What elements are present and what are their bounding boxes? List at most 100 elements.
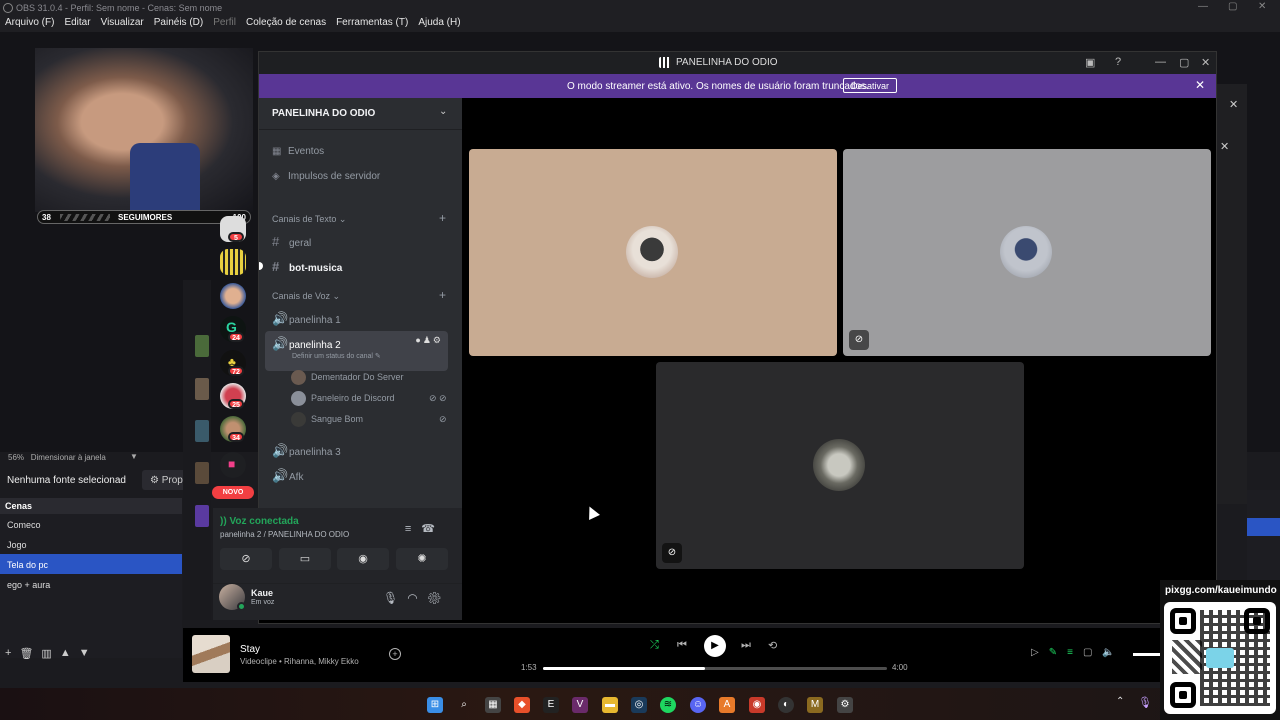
shuffle-icon[interactable]: ⤮ (650, 639, 659, 652)
scene-item-active[interactable]: Tela do pc (0, 554, 182, 574)
server-header[interactable]: PANELINHA DO ODIO ⌄ (259, 98, 462, 130)
channel-bot-musica[interactable]: # bot-musica (272, 254, 455, 276)
add-channel-icon[interactable]: + (439, 211, 446, 225)
gear-icon[interactable]: ⚙ (433, 335, 443, 345)
voice-channel[interactable]: 🔊Afk (272, 463, 455, 485)
move-down-icon[interactable]: ▼ (79, 647, 90, 665)
add-channel-icon[interactable]: + (439, 288, 446, 302)
track-artists[interactable]: Videoclipe • Rihanna, Mikky Ekko (240, 657, 359, 666)
scene-item[interactable]: Comeco (0, 514, 182, 534)
lyrics-icon[interactable]: ✎ (1049, 647, 1067, 658)
menu-ajuda[interactable]: Ajuda (H) (418, 17, 460, 32)
search-icon[interactable]: ⌕ (456, 697, 472, 713)
channel-geral[interactable]: # geral (272, 229, 455, 251)
app-icon[interactable]: A (719, 697, 735, 713)
soundboard-icon[interactable]: ≡ (405, 523, 421, 535)
discord-icon[interactable]: ☺ (690, 697, 706, 713)
menu-arquivo[interactable]: Arquivo (F) (5, 17, 54, 32)
queue-icon[interactable]: ≡ (1067, 647, 1083, 658)
inbox-icon[interactable]: ▣ (1085, 56, 1095, 69)
voice-user[interactable]: Paneleiro de Discord ⊘ ⊘ (291, 391, 447, 406)
mic-icon[interactable]: 🎙 (383, 591, 407, 605)
video-tile[interactable] (469, 149, 837, 356)
voice-user[interactable]: Sangue Bom ⊘ (291, 412, 447, 427)
camera-off-button[interactable]: ⊘ (220, 548, 272, 570)
chat-icon[interactable]: ● (415, 335, 422, 345)
gear-icon[interactable]: ⚙ (427, 591, 451, 605)
menu-paineis[interactable]: Painéis (D) (154, 17, 203, 32)
maximize-icon[interactable]: ▢ (1228, 1, 1237, 12)
menu-visualizar[interactable]: Visualizar (101, 17, 144, 32)
close-icon[interactable]: ✕ (1201, 56, 1210, 69)
invite-icon[interactable]: ♟ (423, 335, 433, 345)
microphone-icon[interactable]: 🎙 (1138, 696, 1152, 709)
filter-icon[interactable]: ▥ (41, 647, 51, 665)
menu-colecao[interactable]: Coleção de cenas (246, 17, 326, 32)
album-cover[interactable] (192, 635, 230, 673)
previous-icon[interactable]: ⏮ (677, 639, 687, 652)
server-folder-icon[interactable]: ■ (220, 452, 246, 478)
disconnect-icon[interactable]: ☎ (421, 523, 445, 535)
video-tile[interactable]: ⊘ (656, 362, 1024, 569)
volume-icon[interactable]: 🔈 (1102, 647, 1124, 658)
video-tile[interactable]: ⊘ (843, 149, 1211, 356)
close-icon[interactable]: ✕ (1229, 98, 1238, 111)
app-icon[interactable]: ◐ (778, 697, 794, 713)
settings-icon[interactable]: ⚙ (837, 697, 853, 713)
scene-item[interactable]: ego + aura (0, 574, 182, 594)
headphones-icon[interactable]: ◠ (407, 591, 426, 605)
help-icon[interactable]: ? (1115, 56, 1121, 68)
start-icon[interactable]: ⊞ (427, 697, 443, 713)
server-icon[interactable] (220, 249, 246, 275)
devices-icon[interactable]: ▢ (1083, 647, 1102, 658)
preview-zoom-bar[interactable]: 56% Dimensionar à janela ▼ (0, 452, 182, 464)
brave-icon[interactable]: ◆ (514, 697, 530, 713)
chevron-down-icon[interactable]: ▼ (130, 452, 138, 461)
close-banner-icon[interactable]: ✕ (1195, 78, 1205, 92)
soundboard-button[interactable]: ✺ (396, 548, 448, 570)
menu-perfil[interactable]: Perfil (213, 17, 236, 32)
chevron-up-icon[interactable]: ⌃ (1116, 696, 1124, 707)
channel-status-placeholder[interactable]: Definir um status do canal ✎ (292, 352, 381, 360)
app-icon[interactable]: M (807, 697, 823, 713)
app-icon[interactable]: V (572, 697, 588, 713)
task-view-icon[interactable]: ▦ (485, 697, 501, 713)
trash-icon[interactable]: 🗑 (19, 647, 33, 665)
now-playing-icon[interactable]: ▷ (1031, 647, 1049, 658)
zoom-mode[interactable]: Dimensionar à janela (31, 453, 106, 462)
voice-user[interactable]: Dementador Do Server (291, 370, 404, 385)
next-icon[interactable]: ⏭ (741, 639, 751, 652)
server-icon[interactable] (220, 283, 246, 309)
play-button[interactable]: ▶ (704, 635, 726, 657)
minimize-icon[interactable]: — (1155, 56, 1166, 68)
voice-channel[interactable]: 🔊panelinha 1 (272, 306, 455, 328)
volume-slider[interactable] (1133, 653, 1163, 656)
track-title[interactable]: Stay (240, 644, 260, 655)
steam-icon[interactable]: ◎ (631, 697, 647, 713)
voice-channel[interactable]: 🔊panelinha 3 (272, 438, 455, 460)
repeat-icon[interactable]: ⟲ (768, 639, 777, 652)
disable-streamer-button[interactable]: Desativar (843, 78, 897, 93)
progress-bar[interactable] (543, 667, 887, 670)
voice-channel-active[interactable]: 🔊panelinha 2 Definir um status do canal … (265, 331, 448, 371)
menu-editar[interactable]: Editar (64, 17, 90, 32)
obs-icon[interactable]: ◉ (749, 697, 765, 713)
add-to-library-icon[interactable]: + (389, 648, 401, 660)
voice-category[interactable]: Canais de Voz ⌄ (272, 291, 340, 302)
minimize-icon[interactable]: — (1198, 1, 1208, 12)
epic-games-icon[interactable]: E (543, 697, 559, 713)
text-category[interactable]: Canais de Texto ⌄ (272, 214, 346, 225)
screen-share-button[interactable]: ▭ (279, 548, 331, 570)
maximize-icon[interactable]: ▢ (1179, 56, 1189, 69)
scene-item[interactable]: Jogo (0, 534, 182, 554)
menu-ferramentas[interactable]: Ferramentas (T) (336, 17, 408, 32)
events-row[interactable]: ▦ Eventos (272, 146, 324, 157)
move-up-icon[interactable]: ▲ (60, 647, 71, 665)
boosts-row[interactable]: ◈ Impulsos de servidor (272, 171, 380, 182)
close-icon[interactable]: ✕ (1220, 140, 1229, 153)
add-icon[interactable]: + (5, 647, 11, 665)
activity-button[interactable]: ◉ (337, 548, 389, 570)
close-icon[interactable]: ✕ (1258, 1, 1266, 12)
file-explorer-icon[interactable]: ▬ (602, 697, 618, 713)
spotify-icon[interactable]: ≋ (660, 697, 676, 713)
